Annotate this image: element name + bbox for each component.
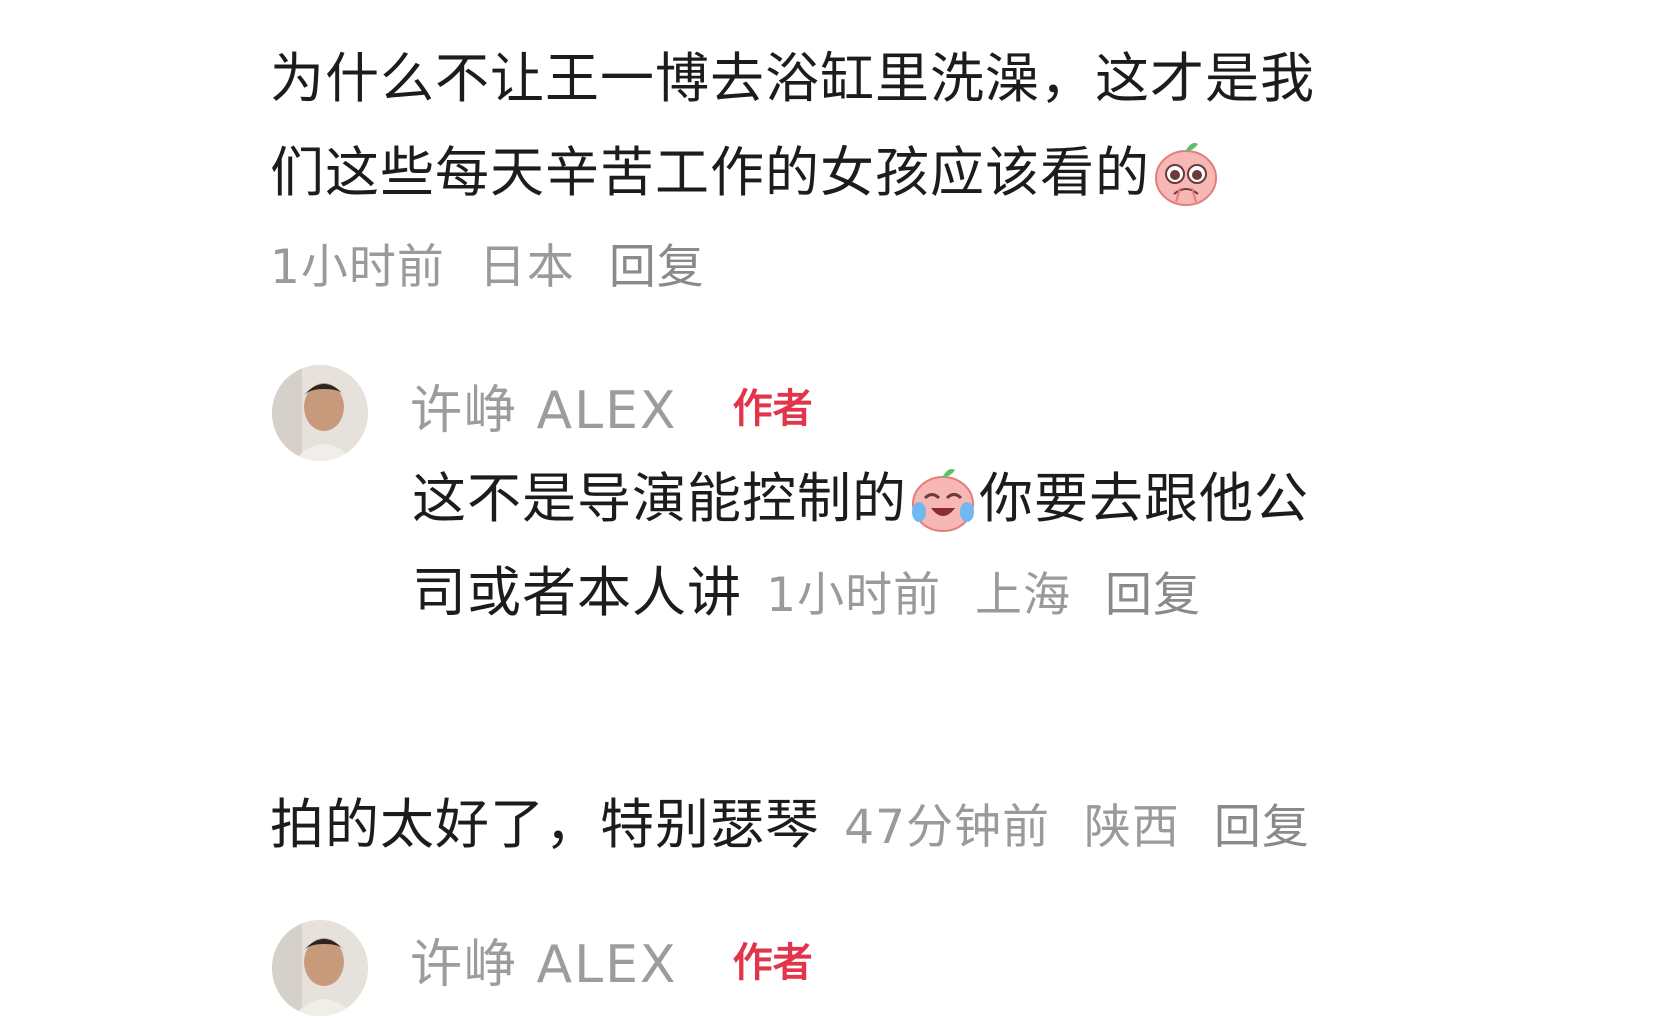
reply-1-avatar[interactable]: [272, 365, 368, 461]
comment-2-time: 47分钟前: [844, 800, 1050, 855]
reply-1-meta: 1小时前 上海 回复: [766, 568, 1219, 623]
reply-1-reply-button[interactable]: 回复: [1105, 568, 1201, 623]
comment-1-location: 日本: [478, 240, 575, 295]
comment-1-reply-button[interactable]: 回复: [609, 240, 705, 295]
reply-1-author-tag: 作者: [732, 386, 813, 432]
pleading-face-icon: [1155, 143, 1217, 207]
reply-1-username[interactable]: 许峥 ALEX: [410, 381, 678, 441]
reply-1-text-part-2: 你要去跟他公: [979, 467, 1309, 530]
reply-1-line-2: 司或者本人讲 1小时前 上海 回复: [412, 546, 1309, 643]
comment-2-location: 陕西: [1083, 800, 1180, 855]
comment-1-line-2: 们这些每天辛苦工作的女孩应该看的: [270, 126, 1315, 220]
crying-laughing-face-icon: [912, 469, 974, 533]
reply-1-header: 许峥 ALEX 作者: [410, 368, 813, 443]
avatar-image: [272, 920, 368, 1016]
reply-1-line-1: 这不是导演能控制的 你要去跟他公: [412, 452, 1309, 546]
comment-2-reply-button[interactable]: 回复: [1214, 800, 1310, 855]
avatar-image: [272, 365, 368, 461]
reply-1-text-part-1: 这不是导演能控制的: [412, 467, 907, 530]
comment-2-body: 拍的太好了，特别瑟琴: [270, 793, 820, 856]
comment-1-text: 为什么不让王一博去浴缸里洗澡，这才是我 们这些每天辛苦工作的女孩应该看的: [270, 32, 1315, 220]
comment-2-text: 拍的太好了，特别瑟琴 47分钟前 陕西 回复: [270, 778, 1328, 875]
reply-1-location: 上海: [975, 568, 1072, 623]
reply-2-avatar[interactable]: [272, 920, 368, 1016]
comment-1-line-1: 为什么不让王一博去浴缸里洗澡，这才是我: [270, 47, 1315, 110]
comment-1-meta: 1小时前 日本 回复: [270, 228, 723, 297]
reply-1-text: 这不是导演能控制的 你要去跟他公 司或者本人讲 1小时前 上海 回复: [412, 452, 1309, 643]
reply-1-text-line-2: 司或者本人讲: [412, 561, 742, 624]
comment-1-line-2-text: 们这些每天辛苦工作的女孩应该看的: [270, 141, 1150, 204]
comment-2-meta: 47分钟前 陕西 回复: [844, 800, 1328, 855]
reply-2-author-tag: 作者: [732, 940, 813, 986]
reply-1-time: 1小时前: [766, 568, 942, 623]
reply-2-header: 许峥 ALEX 作者: [410, 922, 813, 997]
reply-2-username[interactable]: 许峥 ALEX: [410, 935, 678, 995]
comment-1-time: 1小时前: [270, 240, 445, 295]
